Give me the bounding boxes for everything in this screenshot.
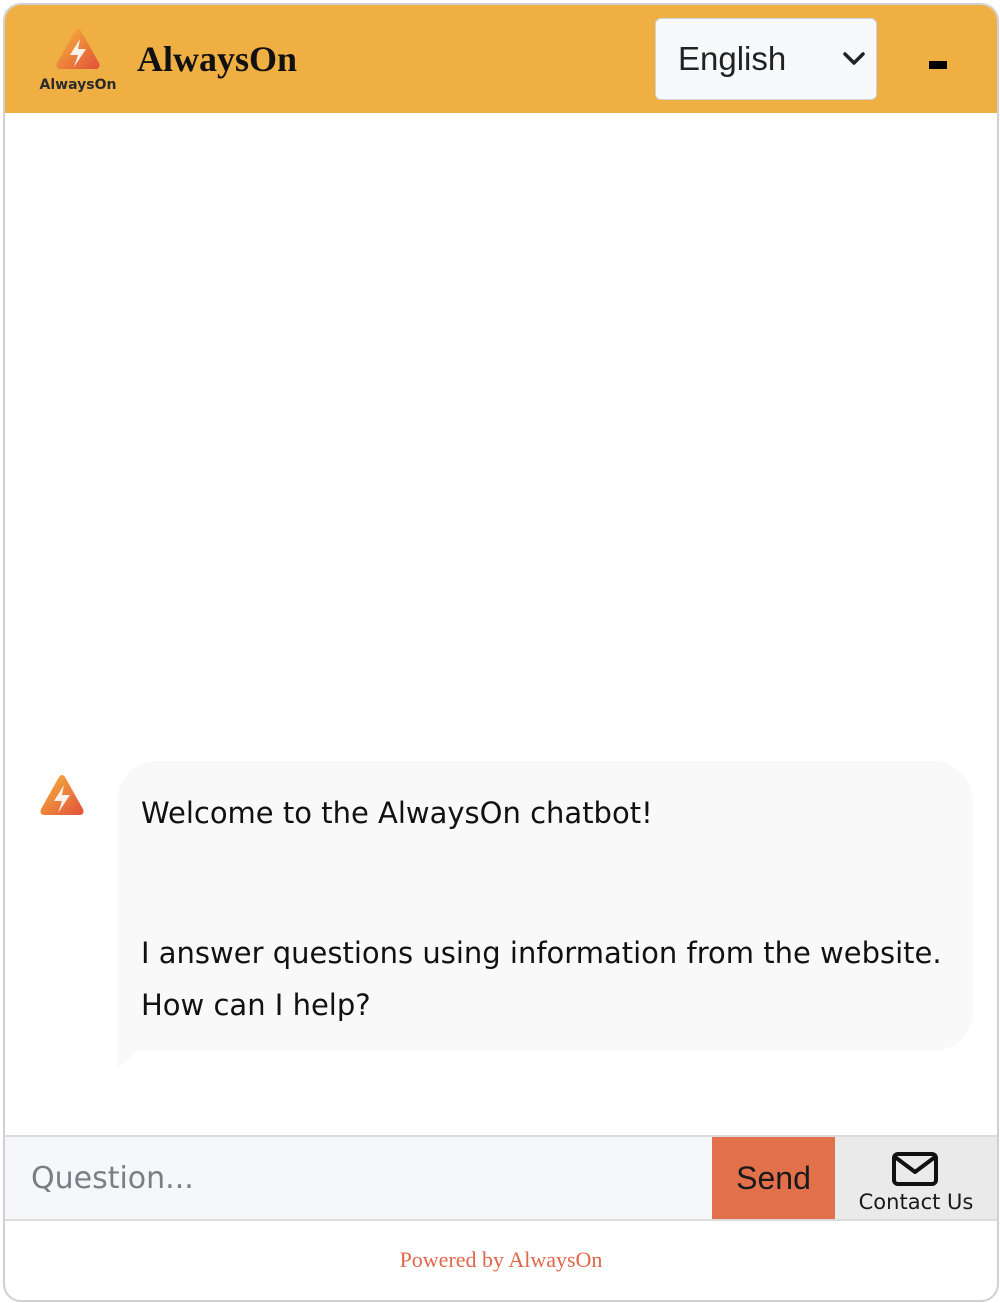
chevron-down-icon bbox=[843, 52, 865, 65]
brand-logo: AlwaysOn bbox=[33, 25, 123, 101]
bolt-triangle-logo-icon bbox=[40, 775, 84, 815]
composer: Send Contact Us bbox=[5, 1135, 997, 1221]
bot-avatar bbox=[37, 771, 87, 821]
message-line: Welcome to the AlwaysOn chatbot! bbox=[141, 796, 653, 830]
question-input[interactable] bbox=[5, 1137, 712, 1219]
contact-us-label: Contact Us bbox=[858, 1190, 974, 1214]
chat-header: AlwaysOn AlwaysOn English bbox=[5, 5, 997, 113]
footer: Powered by AlwaysOn bbox=[5, 1221, 997, 1300]
contact-us-button[interactable]: Contact Us bbox=[835, 1137, 997, 1219]
minimize-button[interactable] bbox=[923, 53, 951, 77]
envelope-icon bbox=[892, 1152, 938, 1186]
logo-wordmark: AlwaysOn bbox=[39, 77, 117, 93]
message-line: I answer questions using information fro… bbox=[141, 936, 942, 970]
language-selected-value: English bbox=[678, 40, 787, 77]
powered-by-link[interactable]: Powered by AlwaysOn bbox=[400, 1247, 603, 1273]
message-list[interactable]: Welcome to the AlwaysOn chatbot! I answe… bbox=[5, 113, 997, 1135]
minimize-icon bbox=[929, 61, 947, 69]
language-select[interactable]: English bbox=[655, 18, 877, 100]
chat-title: AlwaysOn bbox=[137, 39, 298, 79]
send-button[interactable]: Send bbox=[712, 1137, 835, 1219]
bot-message-bubble: Welcome to the AlwaysOn chatbot! I answe… bbox=[117, 761, 973, 1051]
bolt-triangle-logo-icon bbox=[56, 29, 100, 69]
chat-widget: AlwaysOn AlwaysOn English Welcome to the… bbox=[3, 3, 999, 1302]
message-line: How can I help? bbox=[141, 988, 371, 1022]
